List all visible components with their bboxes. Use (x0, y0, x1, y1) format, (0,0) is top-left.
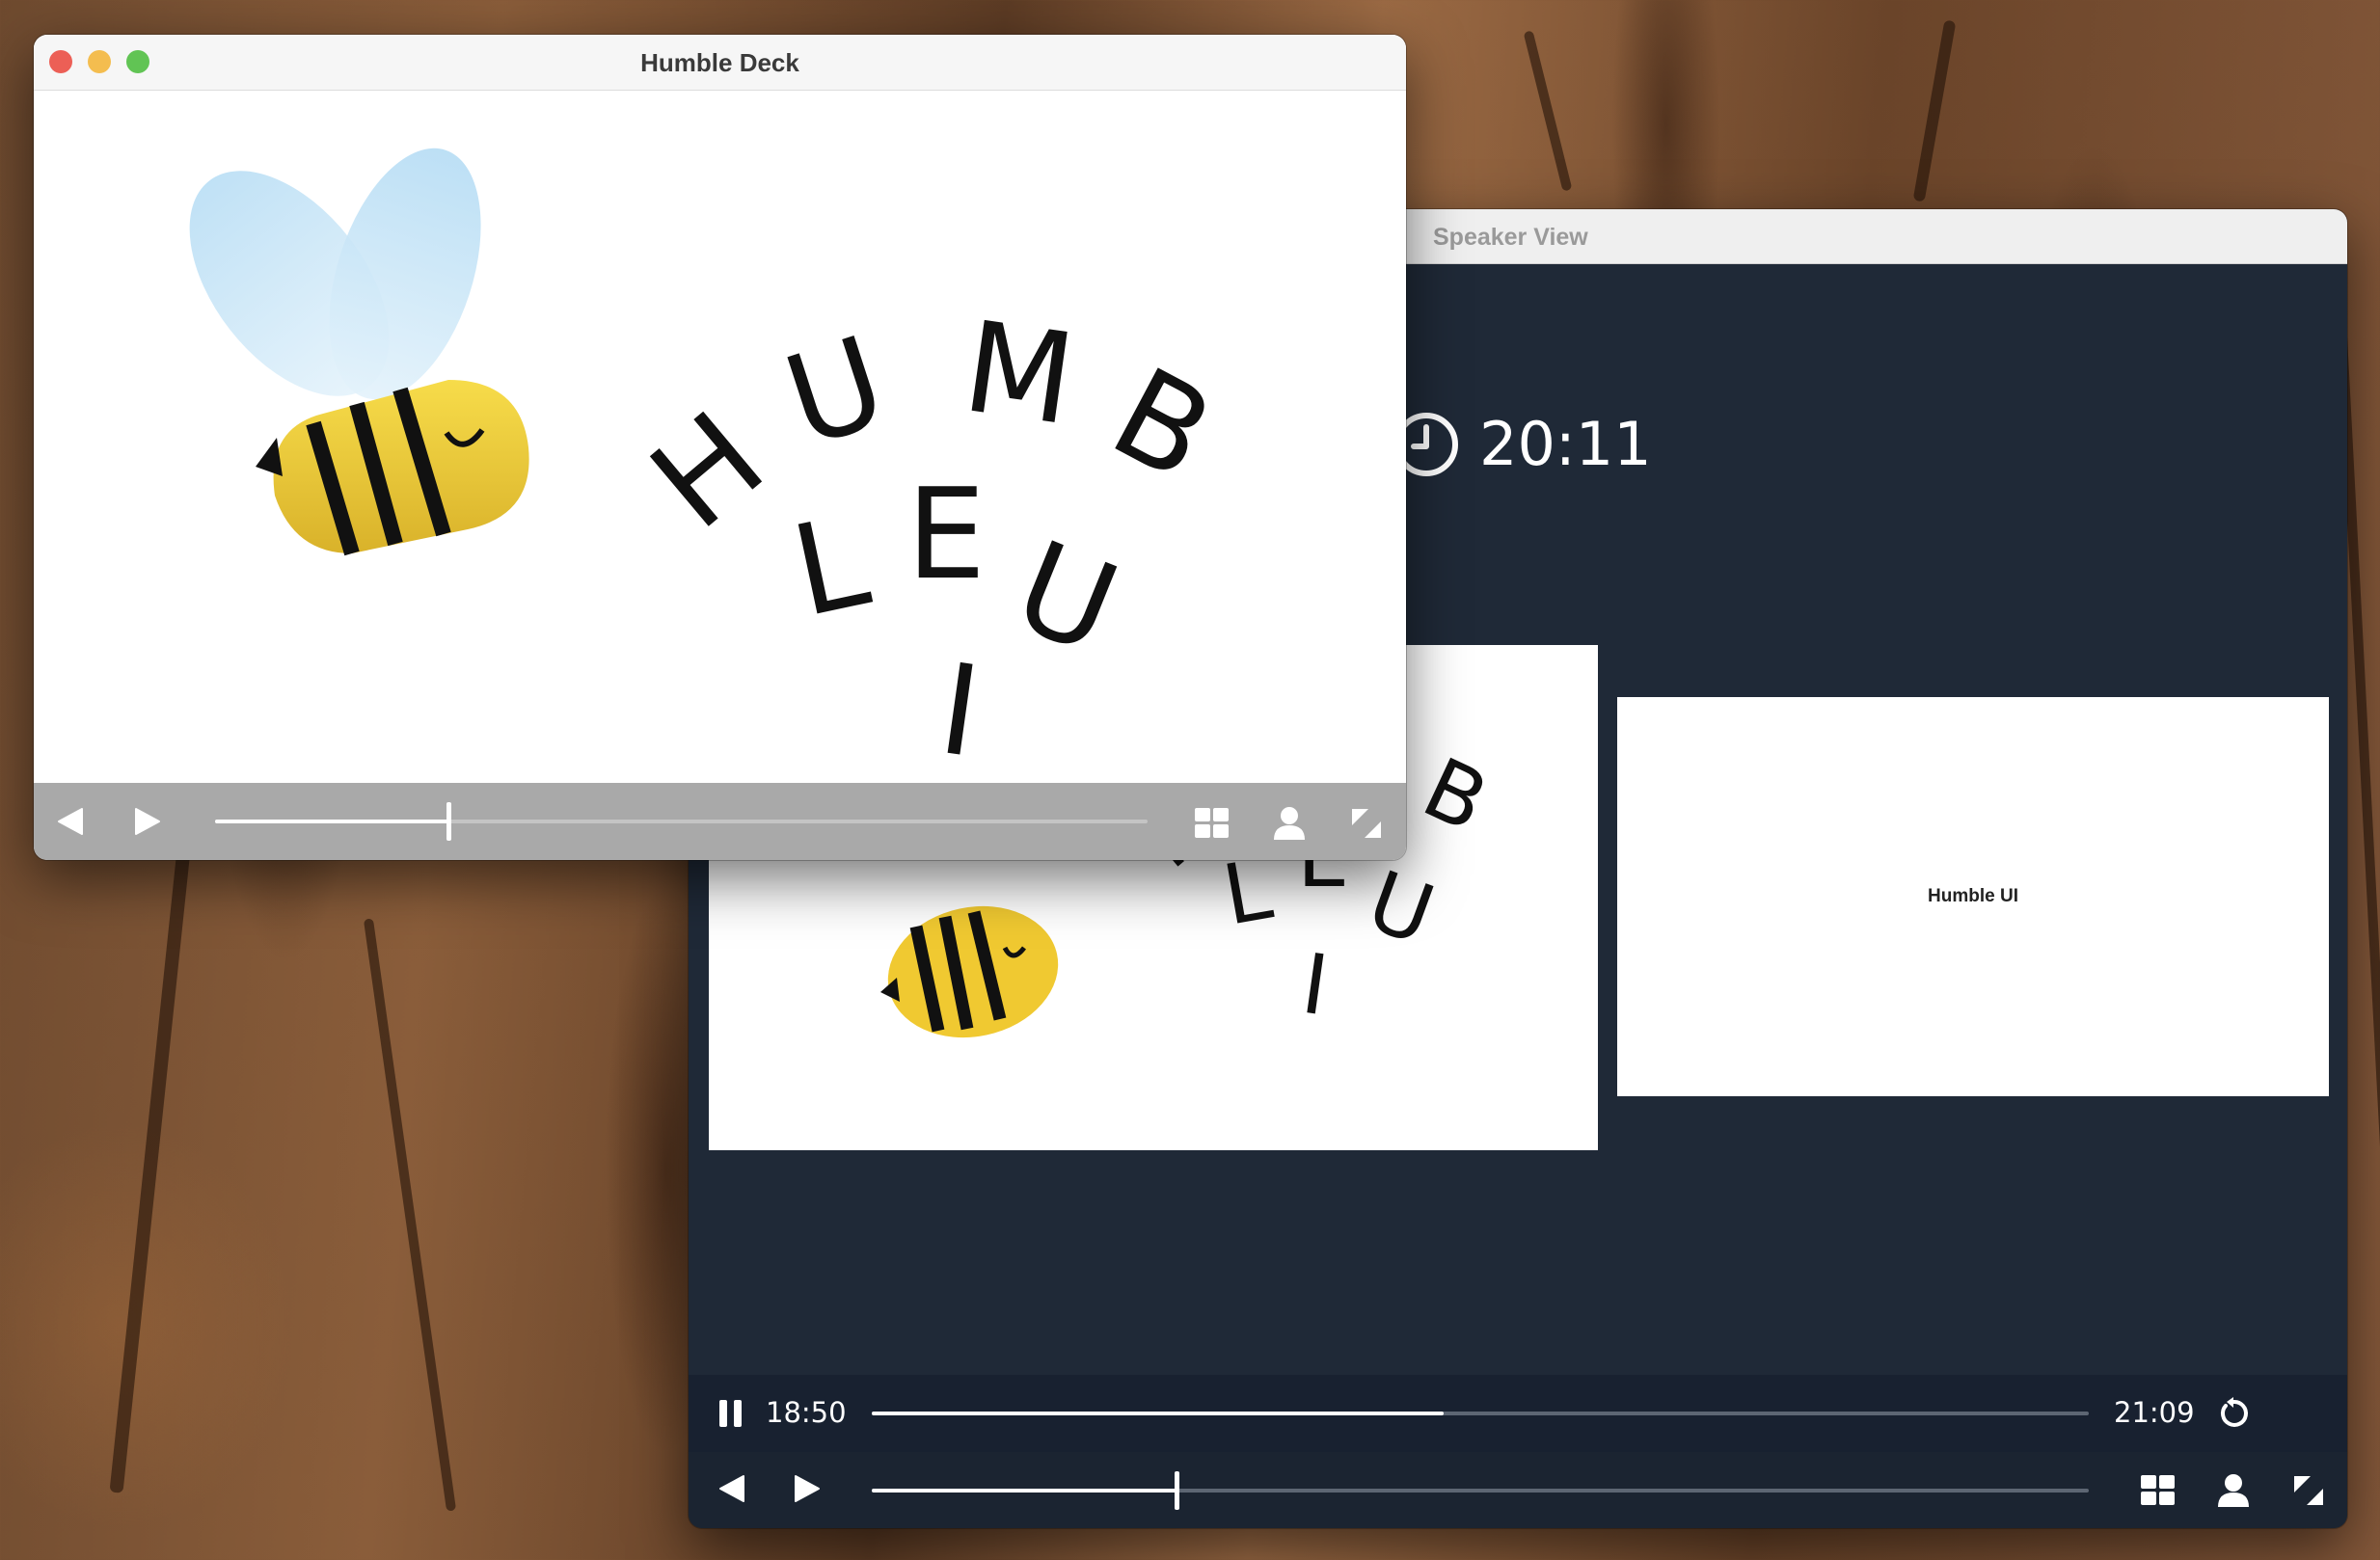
slide-progress-handle[interactable] (1174, 1471, 1179, 1510)
timer-progress-fill (872, 1412, 1445, 1415)
svg-text:L: L (781, 488, 879, 646)
speaker-window-title: Speaker View (1433, 224, 1588, 251)
remaining-time: 21:09 (2114, 1396, 2195, 1429)
previous-slide-button[interactable] (713, 1469, 751, 1508)
grid-icon (1195, 808, 1229, 838)
slide-progress-fill (872, 1489, 1176, 1493)
prev-icon (719, 1475, 744, 1502)
clock: 20:11 (1393, 409, 1652, 479)
person-icon (1274, 807, 1305, 840)
slide-progress-track[interactable] (872, 1471, 2089, 1510)
speaker-view-button[interactable] (1268, 802, 1311, 845)
timer-progress-track[interactable] (872, 1412, 2089, 1415)
main-window-title: Humble Deck (640, 48, 799, 77)
pause-icon (719, 1400, 742, 1427)
slide-progress-fill (215, 820, 448, 823)
next-slide-preview: Humble UI (1617, 697, 2329, 1096)
previous-slide-button[interactable] (51, 802, 90, 841)
next-slide-button[interactable] (128, 802, 167, 841)
slide-canvas: H U M B L E U I (34, 91, 1406, 783)
bee-illustration (189, 148, 529, 556)
timer-bar: 18:50 21:09 (689, 1375, 2347, 1452)
svg-text:E: E (906, 461, 986, 607)
next-icon (135, 808, 160, 835)
reset-timer-button[interactable] (2214, 1394, 2253, 1433)
svg-text:M: M (956, 293, 1083, 453)
bark-texture (363, 918, 457, 1512)
fullscreen-icon (1352, 809, 1381, 838)
svg-text:U: U (770, 309, 902, 476)
next-slide-button[interactable] (788, 1469, 826, 1508)
humble-ui-logo: H U M B L E U I (624, 293, 1234, 783)
grid-icon (2141, 1475, 2175, 1505)
svg-text:I: I (932, 635, 988, 783)
next-slide-text: Humble UI (1928, 886, 2018, 906)
bark-texture (109, 820, 194, 1493)
speaker-control-bar (689, 1452, 2347, 1528)
main-titlebar[interactable]: Humble Deck (34, 35, 1406, 91)
svg-text:U: U (1356, 853, 1446, 965)
svg-text:I: I (1296, 936, 1334, 1036)
slide-progress-handle[interactable] (446, 802, 451, 841)
bark-texture (1912, 19, 1957, 202)
elapsed-time: 18:50 (766, 1396, 847, 1429)
svg-text:B: B (1090, 339, 1234, 509)
svg-text:U: U (996, 513, 1136, 684)
svg-text:H: H (624, 384, 791, 556)
grid-view-button[interactable] (2137, 1469, 2179, 1512)
next-icon (795, 1475, 820, 1502)
speaker-view-button[interactable] (2212, 1469, 2255, 1512)
slide-progress-track[interactable] (215, 802, 1148, 841)
bark-texture (1523, 30, 1573, 192)
pause-button[interactable] (712, 1394, 750, 1433)
fullscreen-icon (2294, 1476, 2323, 1505)
clock-time: 20:11 (1479, 409, 1652, 479)
main-control-bar (34, 783, 1406, 860)
fullscreen-button[interactable] (2287, 1469, 2330, 1512)
prev-icon (58, 808, 83, 835)
grid-view-button[interactable] (1191, 802, 1233, 845)
humble-deck-window: Humble Deck H U M B L E U I (34, 35, 1406, 860)
svg-text:B: B (1409, 740, 1501, 851)
person-icon (2218, 1474, 2249, 1507)
fullscreen-button[interactable] (1345, 802, 1388, 845)
reset-icon (2220, 1397, 2248, 1427)
